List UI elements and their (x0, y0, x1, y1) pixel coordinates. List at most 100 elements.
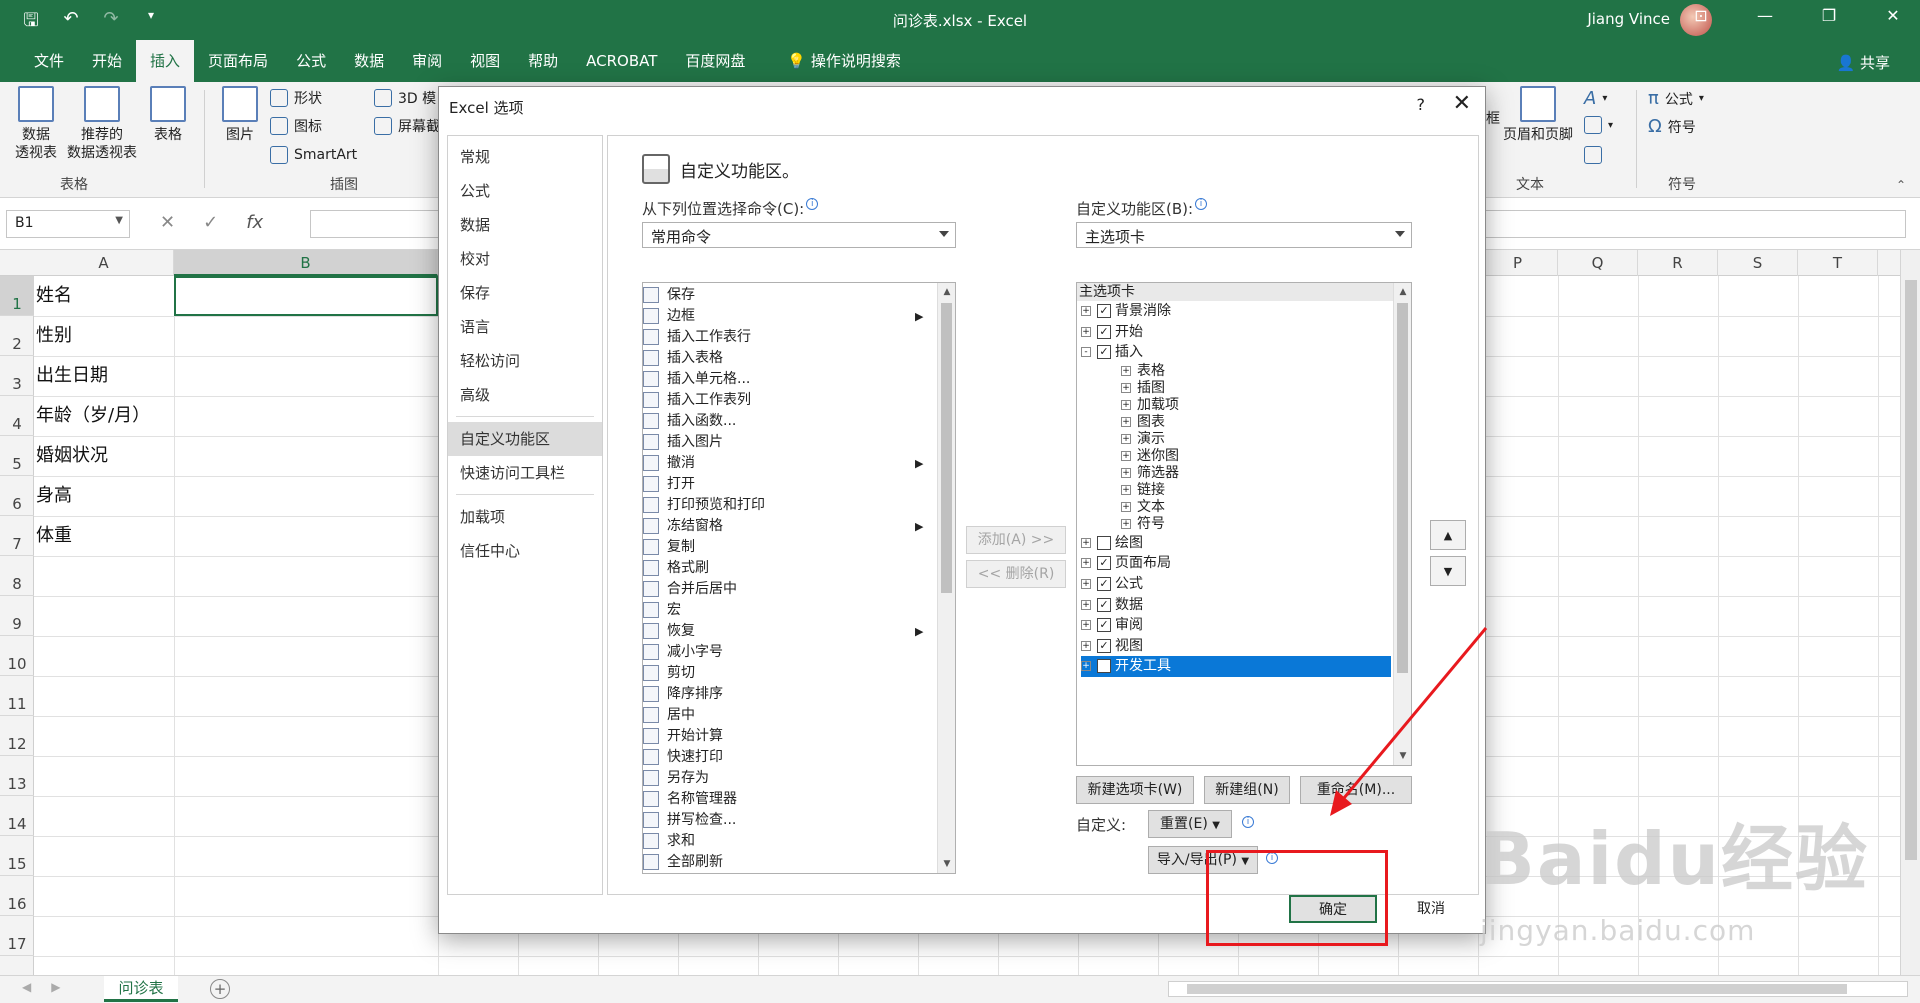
expand-icon[interactable]: + (1121, 399, 1131, 410)
nav-item-3[interactable]: 校对 (448, 242, 602, 276)
scroll-up-icon[interactable]: ▲ (938, 283, 955, 301)
screenshot-button[interactable]: 屏幕截 (374, 116, 440, 136)
row-header-17[interactable]: 17 (0, 916, 34, 956)
cell-a1[interactable]: 姓名 (36, 276, 72, 316)
tree-item[interactable]: + ✓ 公式 (1081, 574, 1391, 595)
checkbox[interactable]: ✓ (1097, 659, 1111, 674)
scrollbar-thumb[interactable] (941, 303, 952, 593)
checkbox[interactable]: ✓ (1097, 597, 1111, 612)
expand-icon[interactable]: + (1121, 501, 1131, 512)
checkbox[interactable]: ✓ (1097, 304, 1111, 318)
picture-button[interactable]: 图片 (218, 86, 262, 144)
row-header-13[interactable]: 13 (0, 756, 34, 796)
collapse-icon[interactable]: - (1081, 347, 1091, 358)
prev-sheet-icon[interactable]: ◀ (22, 980, 31, 994)
expand-icon[interactable]: + (1121, 450, 1131, 461)
expand-icon[interactable]: + (1081, 558, 1091, 569)
add-button[interactable]: 添加(A) >> (966, 526, 1066, 554)
scrollbar-thumb[interactable] (1397, 303, 1408, 673)
command-item[interactable]: 冻结窗格 ▶ (643, 516, 937, 537)
user-name[interactable]: Jiang Vince (1587, 10, 1670, 28)
table-button[interactable]: 表格 (146, 86, 190, 144)
reset-button[interactable]: 重置(E) ▼ (1148, 810, 1232, 838)
nav-item-9[interactable]: 快速访问工具栏 (448, 456, 602, 490)
collapse-ribbon-icon[interactable]: ⌃ (1896, 178, 1906, 192)
tab-4[interactable]: 公式 (282, 40, 340, 82)
sheet-tab[interactable]: 问诊表 (104, 976, 178, 1002)
tree-item[interactable]: + ✓ 页面布局 (1081, 553, 1391, 574)
command-item[interactable]: 开始计算 (643, 726, 937, 747)
tree-item[interactable]: + 表格 (1121, 363, 1391, 380)
command-item[interactable]: 全部刷新 (643, 852, 937, 873)
cell-a5[interactable]: 婚姻状况 (36, 436, 108, 476)
command-item[interactable]: 保存 (643, 285, 937, 306)
share-button[interactable]: 👤 共享 (1837, 52, 1890, 73)
checkbox[interactable]: ✓ (1097, 638, 1111, 653)
nav-item-2[interactable]: 数据 (448, 208, 602, 242)
expand-icon[interactable]: + (1081, 599, 1091, 610)
command-item[interactable]: 插入工作表列 (643, 390, 937, 411)
vertical-scrollbar[interactable] (1900, 250, 1920, 975)
insert-function-icon[interactable]: fx (246, 212, 263, 233)
command-item[interactable]: 剪切 (643, 663, 937, 684)
command-item[interactable]: 减小字号 (643, 642, 937, 663)
expand-icon[interactable]: + (1081, 620, 1091, 631)
tab-9[interactable]: ACROBAT (572, 40, 671, 82)
checkbox[interactable] (1097, 535, 1111, 550)
tree-item[interactable]: + 文本 (1121, 499, 1391, 516)
3d-models-button[interactable]: 3D 模 (374, 88, 436, 108)
tab-8[interactable]: 帮助 (514, 40, 572, 82)
command-item[interactable]: 复制 (643, 537, 937, 558)
tab-1[interactable]: 开始 (78, 40, 136, 82)
nav-item-11[interactable]: 信任中心 (448, 534, 602, 568)
checkbox[interactable]: ✓ (1097, 556, 1111, 571)
row-header-12[interactable]: 12 (0, 716, 34, 756)
command-item[interactable]: 拼写检查... (643, 810, 937, 831)
command-item[interactable]: 插入工作表行 (643, 327, 937, 348)
tree-item[interactable]: + 筛选器 (1121, 465, 1391, 482)
column-header-t[interactable]: T (1798, 250, 1878, 276)
new-group-button[interactable]: 新建组(N) (1204, 776, 1290, 804)
commands-list[interactable]: ▲ ▼ 保存 边框 ▶ 插入工作表行 插入表格 插入单元格... 插入工作表列 插入函数...… (642, 282, 956, 874)
add-sheet-icon[interactable]: + (210, 979, 230, 999)
checkbox[interactable]: ✓ (1097, 618, 1111, 633)
cell-a3[interactable]: 出生日期 (36, 356, 108, 396)
nav-item-10[interactable]: 加载项 (448, 500, 602, 534)
minimize-icon[interactable]: — (1748, 6, 1782, 25)
expand-icon[interactable]: + (1121, 484, 1131, 495)
close-icon[interactable]: ✕ (1876, 6, 1910, 25)
recommended-pivot-button[interactable]: 推荐的 数据透视表 (62, 86, 142, 162)
command-item[interactable]: 插入表格 (643, 348, 937, 369)
row-header-4[interactable]: 4 (0, 396, 34, 436)
pivot-table-button[interactable]: 数据 透视表 (10, 86, 62, 162)
column-header-a[interactable]: A (34, 250, 174, 276)
cell-a6[interactable]: 身高 (36, 476, 72, 516)
smartart-button[interactable]: SmartArt (270, 146, 357, 164)
nav-item-0[interactable]: 常规 (448, 140, 602, 174)
command-item[interactable]: 求和 (643, 831, 937, 852)
row-header-8[interactable]: 8 (0, 556, 34, 596)
move-down-button[interactable]: ▼ (1430, 556, 1466, 586)
scrollbar-thumb[interactable] (1905, 280, 1917, 860)
command-item[interactable]: 格式刷 (643, 558, 937, 579)
move-up-button[interactable]: ▲ (1430, 520, 1466, 550)
customize-ribbon-combo[interactable]: 主选项卡 (1076, 222, 1412, 248)
shapes-button[interactable]: 形状 (270, 88, 322, 108)
row-header-5[interactable]: 5 (0, 436, 34, 476)
wordart-button[interactable]: A ▾ (1584, 88, 1607, 109)
tab-3[interactable]: 页面布局 (194, 40, 282, 82)
row-header-2[interactable]: 2 (0, 316, 34, 356)
scroll-down-icon[interactable]: ▼ (938, 855, 955, 873)
row-header-1[interactable]: 1 (0, 276, 34, 316)
tab-2[interactable]: 插入 (136, 40, 195, 82)
command-item[interactable]: 插入图片 (643, 432, 937, 453)
nav-item-4[interactable]: 保存 (448, 276, 602, 310)
remove-button[interactable]: << 删除(R) (966, 560, 1066, 588)
command-item[interactable]: 快速打印 (643, 747, 937, 768)
expand-icon[interactable]: + (1121, 365, 1131, 376)
column-header-q[interactable]: Q (1558, 250, 1638, 276)
command-item[interactable]: 另存为 (643, 768, 937, 789)
expand-icon[interactable]: + (1121, 467, 1131, 478)
expand-icon[interactable]: + (1121, 382, 1131, 393)
nav-item-7[interactable]: 高级 (448, 378, 602, 412)
